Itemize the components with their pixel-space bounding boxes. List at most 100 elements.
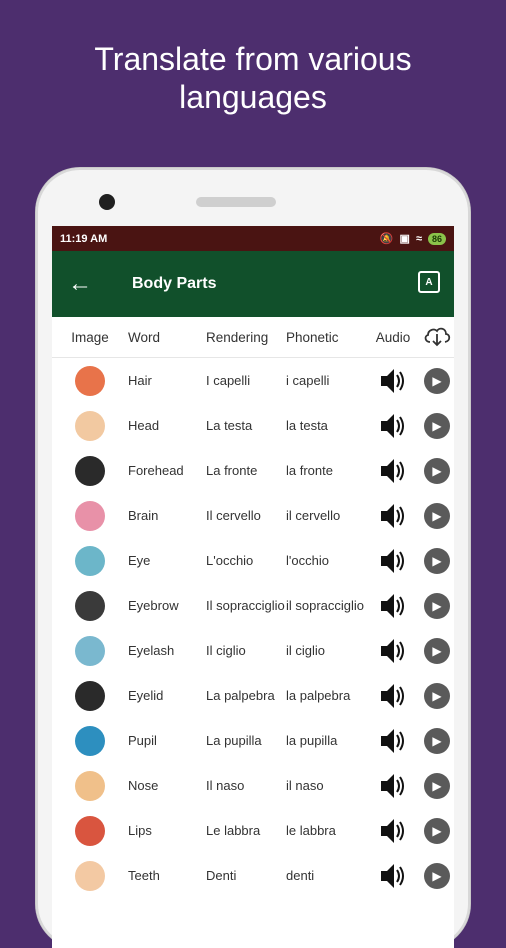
eye-image — [75, 545, 105, 576]
speaker-button[interactable] — [366, 771, 420, 801]
table-row[interactable]: Forehead La fronte la fronte ▶ — [52, 448, 454, 493]
row-rendering: I capelli — [206, 373, 251, 388]
app-bar: ← Body Parts A — [52, 251, 454, 317]
row-image-cell — [52, 815, 128, 846]
play-button[interactable]: ▶ — [420, 637, 454, 664]
speaker-icon — [381, 503, 404, 528]
nose-image — [75, 770, 105, 801]
battery-icon: 86 — [427, 232, 446, 245]
play-icon: ▶ — [424, 637, 450, 664]
row-word: Forehead — [128, 463, 184, 478]
lips-image — [75, 815, 105, 846]
play-button[interactable]: ▶ — [420, 772, 454, 799]
hair-image — [75, 365, 105, 396]
row-rendering: La testa — [206, 418, 253, 433]
play-button[interactable]: ▶ — [420, 817, 454, 844]
play-icon: ▶ — [424, 547, 450, 574]
row-image-cell — [52, 545, 128, 576]
col-word: Word — [128, 329, 161, 345]
col-rendering: Rendering — [206, 329, 269, 345]
speaker-icon — [381, 818, 404, 843]
row-word: Pupil — [128, 733, 157, 748]
play-icon: ▶ — [424, 592, 450, 619]
row-phonetic: denti — [286, 868, 315, 883]
play-icon: ▶ — [424, 682, 450, 709]
row-image-cell — [52, 455, 128, 486]
translate-button[interactable]: A — [418, 271, 440, 293]
arrow-left-icon: ← — [68, 270, 92, 297]
download-all-button[interactable] — [420, 325, 454, 350]
table-row[interactable]: Brain Il cervello il cervello ▶ — [52, 493, 454, 538]
play-button[interactable]: ▶ — [420, 412, 454, 439]
row-image-cell — [52, 590, 128, 621]
row-rendering: La pupilla — [206, 733, 262, 748]
row-image-cell — [52, 410, 128, 441]
teeth-image — [75, 860, 105, 891]
play-icon: ▶ — [424, 772, 450, 799]
cloud-download-icon — [424, 327, 451, 346]
speaker-button[interactable] — [366, 501, 420, 531]
speaker-button[interactable] — [366, 726, 420, 756]
play-icon: ▶ — [424, 502, 450, 529]
play-icon: ▶ — [424, 727, 450, 754]
row-phonetic: il ciglio — [286, 643, 326, 658]
play-button[interactable]: ▶ — [420, 727, 454, 754]
speaker-button[interactable] — [366, 366, 420, 396]
play-icon: ▶ — [424, 457, 450, 484]
speaker-button[interactable] — [366, 636, 420, 666]
speaker-icon — [381, 593, 404, 618]
speaker-button[interactable] — [366, 681, 420, 711]
speaker-button[interactable] — [366, 861, 420, 891]
table-row[interactable]: Lips Le labbra le labbra ▶ — [52, 808, 454, 853]
row-word: Teeth — [128, 868, 160, 883]
row-phonetic: la palpebra — [286, 688, 351, 703]
pupil-image — [75, 725, 105, 756]
row-rendering: Le labbra — [206, 823, 261, 838]
speaker-button[interactable] — [366, 816, 420, 846]
row-word: Eyelash — [128, 643, 175, 658]
translate-icon: A — [425, 276, 433, 288]
row-word: Brain — [128, 508, 159, 523]
table-row[interactable]: Head La testa la testa ▶ — [52, 403, 454, 448]
row-word: Eyebrow — [128, 598, 179, 613]
speaker-icon — [381, 728, 404, 753]
speaker-button[interactable] — [366, 411, 420, 441]
row-image-cell — [52, 365, 128, 396]
wifi-icon: ≈ — [415, 232, 422, 245]
promo-line-1: Translate from various — [94, 41, 412, 77]
brain-image — [75, 500, 105, 531]
sim-icon: ▣ — [399, 233, 410, 245]
speaker-button[interactable] — [366, 591, 420, 621]
speaker-icon — [381, 458, 404, 483]
row-phonetic: la pupilla — [286, 733, 338, 748]
table-row[interactable]: Eyelid La palpebra la palpebra ▶ — [52, 673, 454, 718]
row-word: Nose — [128, 778, 159, 793]
play-button[interactable]: ▶ — [420, 367, 454, 394]
speaker-button[interactable] — [366, 456, 420, 486]
mute-icon: 🔕 — [379, 233, 394, 245]
play-button[interactable]: ▶ — [420, 547, 454, 574]
table-row[interactable]: Pupil La pupilla la pupilla ▶ — [52, 718, 454, 763]
row-word: Hair — [128, 373, 152, 388]
table-row[interactable]: Eyelash Il ciglio il ciglio ▶ — [52, 628, 454, 673]
speaker-icon — [381, 548, 404, 573]
table-row[interactable]: Eyebrow Il sopracciglio il sopracciglio ▶ — [52, 583, 454, 628]
speaker-button[interactable] — [366, 546, 420, 576]
speaker-icon — [381, 863, 404, 888]
row-rendering: La fronte — [206, 463, 258, 478]
word-list: Hair I capelli i capelli ▶ Head La testa la te… — [52, 358, 454, 898]
play-button[interactable]: ▶ — [420, 682, 454, 709]
play-button[interactable]: ▶ — [420, 502, 454, 529]
table-row[interactable]: Teeth Denti denti ▶ — [52, 853, 454, 898]
table-row[interactable]: Eye L'occhio l'occhio ▶ — [52, 538, 454, 583]
play-button[interactable]: ▶ — [420, 592, 454, 619]
speaker-grille — [196, 197, 276, 207]
row-rendering: Denti — [206, 868, 237, 883]
play-icon: ▶ — [424, 862, 450, 889]
table-row[interactable]: Nose Il naso il naso ▶ — [52, 763, 454, 808]
back-button[interactable]: ← — [52, 251, 108, 317]
speaker-icon — [381, 773, 404, 798]
play-button[interactable]: ▶ — [420, 862, 454, 889]
play-button[interactable]: ▶ — [420, 457, 454, 484]
table-row[interactable]: Hair I capelli i capelli ▶ — [52, 358, 454, 403]
